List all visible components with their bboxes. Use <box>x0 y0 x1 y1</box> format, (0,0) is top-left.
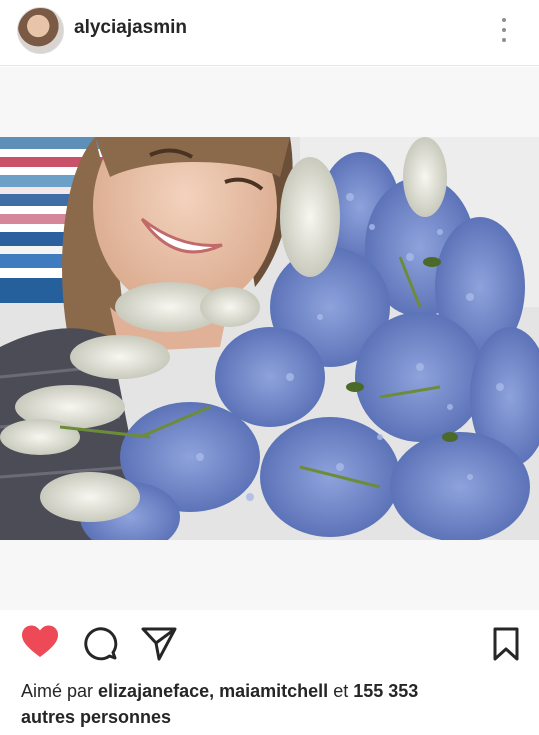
post-actions <box>0 620 539 670</box>
likes-others[interactable]: autres personnes <box>21 707 171 727</box>
post-media[interactable] <box>0 67 539 610</box>
likes-text: Aimé par elizajaneface, maiamitchell et … <box>21 678 511 730</box>
likes-count[interactable]: 155 353 <box>353 681 418 701</box>
post-header: alycia​jasmin <box>0 0 539 66</box>
bookmark-icon[interactable] <box>491 626 521 662</box>
send-icon[interactable] <box>140 626 178 662</box>
liker-link-2[interactable]: maiamitchell <box>219 681 328 701</box>
liker-link-1[interactable]: elizajaneface, <box>98 681 214 701</box>
post-photo[interactable] <box>0 137 539 540</box>
more-vertical-icon[interactable] <box>494 16 514 44</box>
likes-conjunction: et <box>333 681 349 701</box>
comment-icon[interactable] <box>82 625 118 661</box>
avatar[interactable] <box>17 7 64 54</box>
username[interactable]: alycia​jasmin <box>74 17 187 39</box>
heart-icon[interactable] <box>20 624 60 660</box>
likes-prefix: Aimé par <box>21 681 94 701</box>
